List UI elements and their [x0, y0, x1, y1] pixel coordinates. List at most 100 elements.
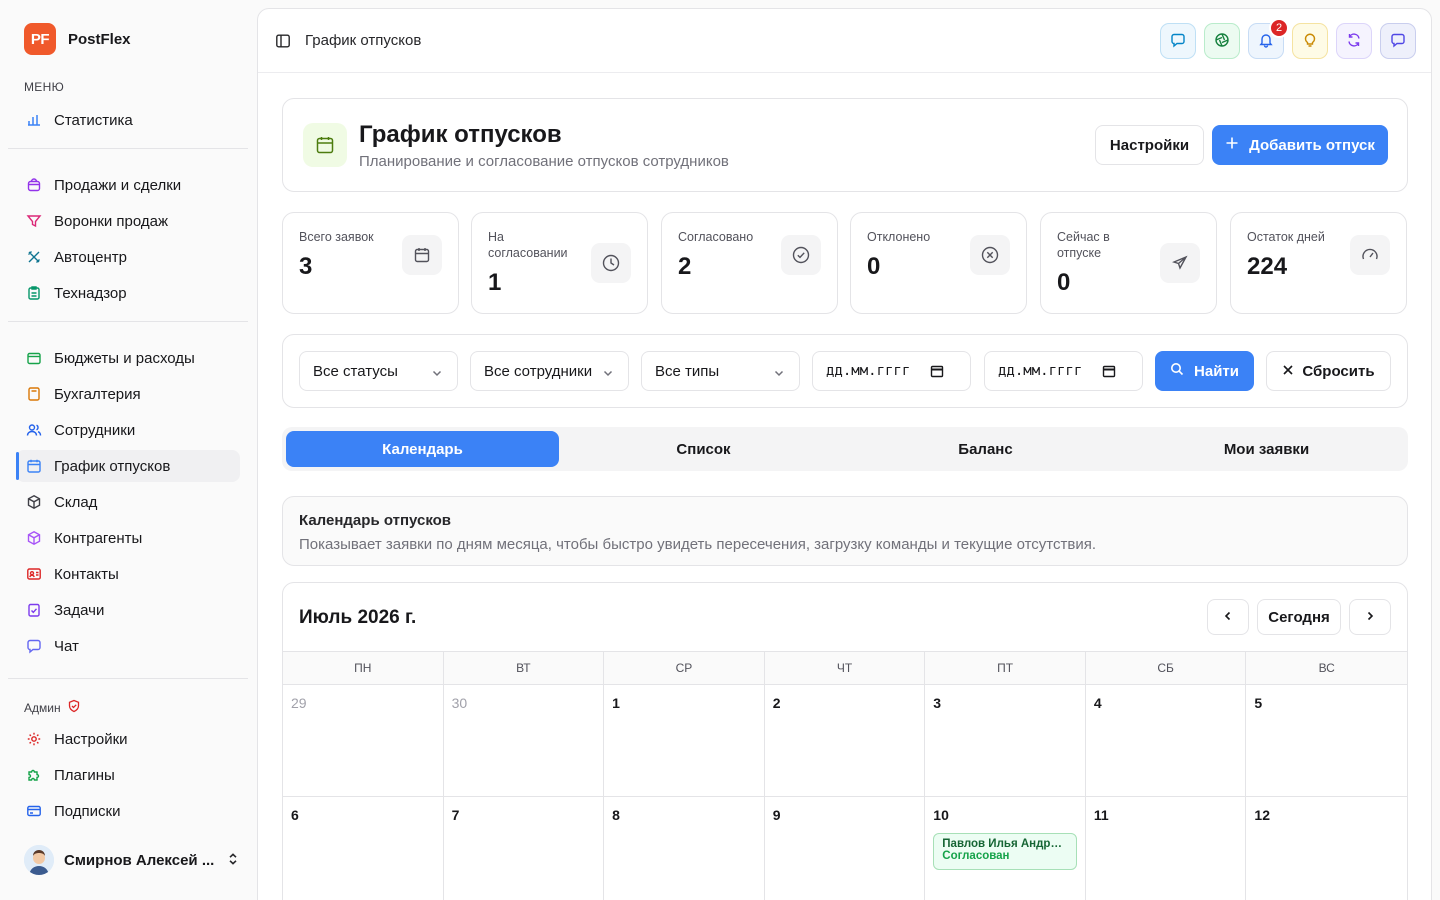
notifications-button[interactable]: 2: [1248, 18, 1289, 59]
ai-button[interactable]: [1204, 23, 1240, 59]
sidebar-item-autocenter[interactable]: Автоцентр: [16, 241, 240, 273]
topbar: График отпусков 2: [258, 9, 1431, 73]
sidebar-item-contacts[interactable]: Контакты: [16, 558, 240, 590]
weekday-label: ПН: [283, 652, 444, 684]
gauge-icon: [1350, 235, 1390, 275]
reset-button[interactable]: Сбросить: [1266, 351, 1391, 391]
calendar-day[interactable]: 1: [604, 685, 765, 796]
status-filter-select[interactable]: Все статусы: [299, 351, 458, 391]
calendar-day[interactable]: 11: [1086, 797, 1247, 900]
sidebar-item-label: Контакты: [54, 565, 119, 583]
stat-value: 0: [867, 253, 881, 280]
calculator-icon: [26, 386, 42, 402]
sidebar-item-label: Сотрудники: [54, 421, 136, 439]
stat-value: 2: [678, 253, 692, 280]
sidebar-item-warehouse[interactable]: Склад: [16, 486, 240, 518]
prev-month-button[interactable]: [1207, 599, 1249, 635]
calendar-icon[interactable]: [930, 364, 944, 382]
weekday-label: ВТ: [444, 652, 605, 684]
brand[interactable]: PF PostFlex: [24, 23, 131, 55]
date-from-placeholder: дд.мм.гггг: [826, 363, 911, 379]
sidebar-item-chat[interactable]: Чат: [16, 630, 240, 662]
sidebar-item-vacations[interactable]: График отпусков: [16, 450, 240, 482]
calendar-day[interactable]: 6: [283, 797, 444, 900]
calendar-day[interactable]: 5: [1246, 685, 1407, 796]
sidebar-item-sales[interactable]: Продажи и сделки: [16, 169, 240, 201]
next-month-button[interactable]: [1349, 599, 1391, 635]
stat-card-approved: Согласовано 2: [661, 212, 838, 314]
date-to-field[interactable]: дд.мм.гггг: [984, 351, 1143, 391]
calendar-day[interactable]: 2: [765, 685, 926, 796]
calendar-icon: [303, 123, 347, 167]
employee-filter-select[interactable]: Все сотрудники: [470, 351, 629, 391]
type-filter-select[interactable]: Все типы: [641, 351, 800, 391]
stat-card-pending: На согласовании 1: [471, 212, 648, 314]
sidebar-item-counterparties[interactable]: Контрагенты: [16, 522, 240, 554]
search-button[interactable]: Найти: [1155, 351, 1254, 391]
sidebar-item-tasks[interactable]: Задачи: [16, 594, 240, 626]
tab-calendar[interactable]: Календарь: [286, 431, 559, 467]
calendar-day[interactable]: 8: [604, 797, 765, 900]
tab-list[interactable]: Список: [567, 431, 840, 467]
sidebar-item-funnels[interactable]: Воронки продаж: [16, 205, 240, 237]
menu-caption: МЕНЮ: [24, 80, 64, 94]
add-vacation-label: Добавить отпуск: [1249, 136, 1375, 154]
calendar-week: 6 7 8 9 10 Павлов Илья Андрее... Согласо…: [283, 797, 1407, 900]
sidebar-item-technadzor[interactable]: Технадзор: [16, 277, 240, 309]
calendar-day[interactable]: 12: [1246, 797, 1407, 900]
refresh-icon: [1346, 32, 1362, 51]
sidebar-item-label: График отпусков: [54, 457, 171, 475]
stat-card-rejected: Отклонено 0: [850, 212, 1027, 314]
bag-icon: [26, 177, 42, 193]
date-from-field[interactable]: дд.мм.гггг: [812, 351, 971, 391]
weekday-header: ПН ВТ СР ЧТ ПТ СБ ВС: [283, 652, 1407, 685]
sidebar-divider: [8, 148, 248, 149]
calendar-day-number: 10: [933, 807, 949, 823]
sidebar-item-budgets[interactable]: Бюджеты и расходы: [16, 342, 240, 374]
sidebar-item-subscriptions[interactable]: Подписки: [16, 795, 240, 827]
chevron-up-down-icon: [226, 852, 240, 869]
clock-icon: [591, 243, 631, 283]
settings-button[interactable]: Настройки: [1095, 125, 1204, 165]
sidebar-item-label: Задачи: [54, 601, 105, 619]
calendar-day[interactable]: 29: [283, 685, 444, 796]
calendar-day[interactable]: 3: [925, 685, 1086, 796]
calendar-day[interactable]: 9: [765, 797, 926, 900]
calendar-day[interactable]: 30: [444, 685, 605, 796]
vacation-event[interactable]: Павлов Илья Андрее... Согласован: [933, 833, 1078, 870]
calendar-day[interactable]: 4: [1086, 685, 1247, 796]
sidebar-item-settings[interactable]: Настройки: [16, 723, 240, 755]
tab-my-requests[interactable]: Мои заявки: [1130, 431, 1403, 467]
tab-balance[interactable]: Баланс: [849, 431, 1122, 467]
sidebar-item-label: Технадзор: [54, 284, 127, 302]
today-button[interactable]: Сегодня: [1257, 599, 1341, 635]
stat-label: На согласовании: [488, 230, 568, 260]
credit-card-icon: [26, 803, 42, 819]
sidebar-item-label: Продажи и сделки: [54, 176, 182, 194]
vacation-calendar: Июль 2026 г. Сегодня ПН ВТ СР ЧТ ПТ СБ В…: [282, 582, 1408, 900]
bar-chart-icon: [26, 112, 42, 128]
calendar-day-10[interactable]: 10 Павлов Илья Андрее... Согласован: [925, 797, 1086, 900]
wrench-icon: [26, 249, 42, 265]
stat-label: Согласовано: [678, 230, 754, 244]
refresh-button[interactable]: [1336, 23, 1372, 59]
sidebar-item-label: Склад: [54, 493, 98, 511]
sidebar-item-employees[interactable]: Сотрудники: [16, 414, 240, 446]
page-title: График отпусков: [359, 121, 562, 148]
calendar-day[interactable]: 7: [444, 797, 605, 900]
sidebar-toggle-icon[interactable]: [275, 33, 291, 52]
sidebar-item-label: Статистика: [54, 111, 133, 129]
user-menu[interactable]: Смирнов Алексей ...: [24, 843, 240, 877]
add-vacation-button[interactable]: Добавить отпуск: [1212, 125, 1388, 165]
messages-button[interactable]: [1380, 23, 1416, 59]
plus-icon: [1225, 136, 1239, 154]
sidebar-item-label: Чат: [54, 637, 79, 655]
sidebar-item-accounting[interactable]: Бухгалтерия: [16, 378, 240, 410]
ideas-button[interactable]: [1292, 23, 1328, 59]
sidebar-item-plugins[interactable]: Плагины: [16, 759, 240, 791]
avatar: [24, 845, 54, 875]
chat-button[interactable]: [1160, 23, 1196, 59]
search-icon: [1170, 362, 1184, 380]
sidebar-item-statistics[interactable]: Статистика: [16, 104, 240, 136]
calendar-icon[interactable]: [1102, 364, 1116, 382]
